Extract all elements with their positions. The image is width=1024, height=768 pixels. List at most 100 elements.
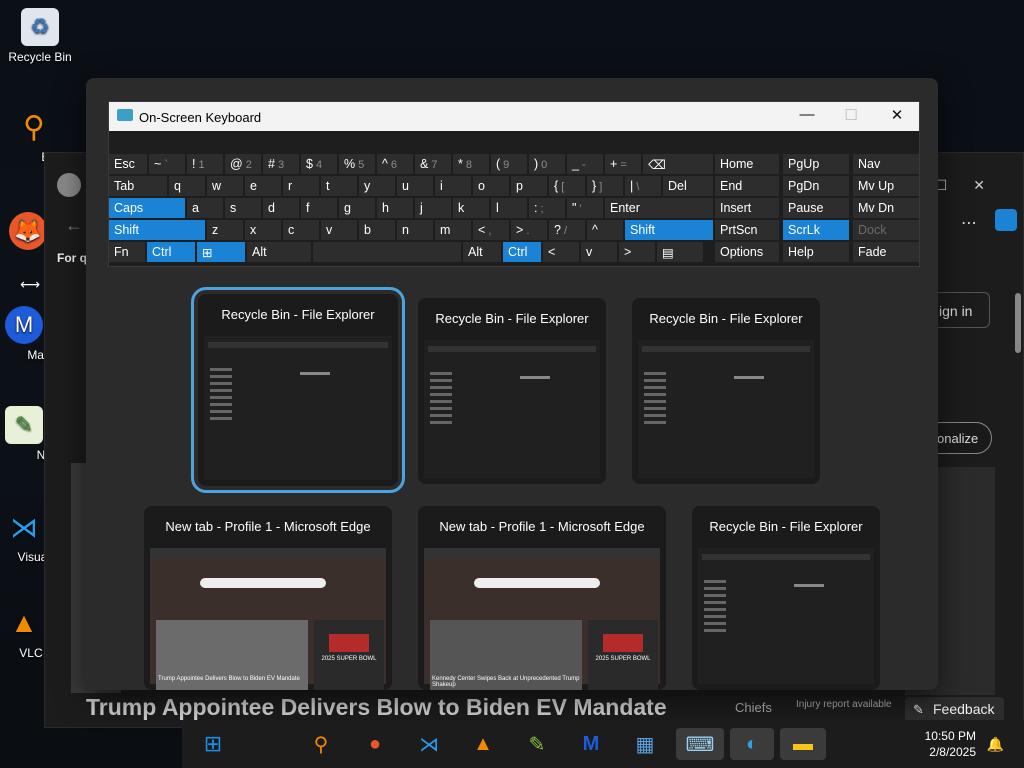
osk-key[interactable]: d	[263, 198, 299, 218]
osk-key[interactable]: ⌫	[643, 154, 713, 174]
osk-key[interactable]: Tab	[109, 176, 167, 196]
maximize-button[interactable]: ☐	[831, 106, 871, 128]
osk-key[interactable]: Alt	[463, 242, 501, 262]
osk-key[interactable]: & 7	[415, 154, 451, 174]
osk-key[interactable]: i	[435, 176, 471, 196]
osk-nav-key[interactable]: PrtScn	[715, 220, 779, 240]
system-clock[interactable]: 10:50 PM 2/8/2025	[925, 728, 976, 760]
back-arrow-icon[interactable]: ←	[65, 215, 83, 236]
osk-key[interactable]: a	[187, 198, 223, 218]
osk-key[interactable]: ⊞	[197, 242, 245, 262]
osk-nav-key[interactable]: Pause	[783, 198, 849, 218]
osk-key[interactable]: f	[301, 198, 337, 218]
osk-nav-key[interactable]: Mv Dn	[853, 198, 919, 218]
osk-key[interactable]: Ctrl	[147, 242, 195, 262]
osk-key[interactable]: >	[619, 242, 655, 262]
osk-key[interactable]: q	[169, 176, 205, 196]
osk-key[interactable]: z	[207, 220, 243, 240]
osk-nav-key[interactable]: Dock	[853, 220, 919, 240]
vertical-scrollbar[interactable]	[1015, 293, 1021, 353]
window-controls[interactable]: ☐✕	[935, 177, 1011, 194]
on-screen-keyboard-window[interactable]: On-Screen Keyboard — ☐ ✕ Esc ~ `! 1 @2 #3 $4% 5…	[108, 101, 920, 267]
osk-key[interactable]: <	[543, 242, 579, 262]
osk-key[interactable]: c	[283, 220, 319, 240]
osk-key[interactable]: s	[225, 198, 261, 218]
osk-key[interactable]: (9	[491, 154, 527, 174]
profile-avatar-icon[interactable]	[57, 173, 81, 197]
notepad-plus-icon[interactable]: ✎	[520, 728, 554, 760]
task-manager-icon[interactable]: ▦	[628, 728, 662, 760]
osk-key[interactable]: Shift	[109, 220, 205, 240]
copilot-icon[interactable]	[995, 209, 1017, 231]
malwarebytes-icon[interactable]: M	[574, 728, 608, 760]
notification-bell-icon[interactable]: 🔔	[987, 736, 1004, 753]
windows-start-icon[interactable]: ⊞	[196, 728, 230, 760]
osk-key[interactable]: o	[473, 176, 509, 196]
osk-nav-key[interactable]: Options	[715, 242, 779, 262]
osk-nav-key[interactable]: Mv Up	[853, 176, 919, 196]
window-thumbnail[interactable]: Recycle Bin - File Explorer	[632, 298, 820, 484]
file-explorer-icon[interactable]: ▬	[780, 728, 826, 760]
osk-key[interactable]: l	[491, 198, 527, 218]
edge-icon[interactable]: ◐	[730, 728, 774, 760]
osk-key[interactable]: j	[415, 198, 451, 218]
osk-key[interactable]: e	[245, 176, 281, 196]
osk-key[interactable]: m	[435, 220, 471, 240]
osk-key[interactable]: h	[377, 198, 413, 218]
osk-key[interactable]: ~ `	[149, 154, 185, 174]
osk-key[interactable]: b	[359, 220, 395, 240]
osk-key[interactable]: Caps	[109, 198, 185, 218]
osk-key[interactable]: #3	[263, 154, 299, 174]
osk-key[interactable]: Shift	[625, 220, 713, 240]
osk-nav-key[interactable]: Home	[715, 154, 779, 174]
osk-key[interactable]: t	[321, 176, 357, 196]
everything-search-icon[interactable]: ⚲	[304, 728, 338, 760]
osk-key[interactable]: n	[397, 220, 433, 240]
osk-key[interactable]: Alt	[247, 242, 311, 262]
osk-key[interactable]: Fn	[109, 242, 145, 262]
window-thumbnail[interactable]: New tab - Profile 1 - Microsoft Edge 202…	[144, 506, 392, 690]
window-thumbnail[interactable]: Recycle Bin - File Explorer	[191, 287, 405, 493]
osk-nav-key[interactable]: Help	[783, 242, 849, 262]
osk-key[interactable]: ) 0	[529, 154, 565, 174]
osk-key[interactable]: }]	[587, 176, 623, 196]
vlc-icon[interactable]: ▲	[466, 728, 500, 760]
osk-key[interactable]: w	[207, 176, 243, 196]
osk-titlebar[interactable]: On-Screen Keyboard — ☐ ✕	[109, 102, 919, 131]
osk-key[interactable]: ^	[587, 220, 623, 240]
osk-key[interactable]: + =	[605, 154, 641, 174]
news-headline[interactable]: Trump Appointee Delivers Blow to Biden E…	[86, 694, 667, 721]
osk-key[interactable]: $4	[301, 154, 337, 174]
osk-key[interactable]: <,	[473, 220, 509, 240]
osk-key[interactable]: * 8	[453, 154, 489, 174]
desktop-icon-recycle-bin[interactable]: ♻ Recycle Bin	[2, 8, 78, 64]
osk-nav-key[interactable]: Fade	[853, 242, 919, 262]
osk-key[interactable]: ^ 6	[377, 154, 413, 174]
osk-key[interactable]: | \	[625, 176, 661, 196]
window-thumbnail[interactable]: Recycle Bin - File Explorer	[692, 506, 880, 690]
firefox-icon[interactable]: ●	[358, 728, 392, 760]
osk-key[interactable]: p	[511, 176, 547, 196]
osk-key[interactable]: >.	[511, 220, 547, 240]
osk-key[interactable]: Del	[663, 176, 713, 196]
osk-key[interactable]: Esc	[109, 154, 147, 174]
window-thumbnail[interactable]: New tab - Profile 1 - Microsoft Edge 202…	[418, 506, 666, 690]
osk-key[interactable]: y	[359, 176, 395, 196]
osk-nav-key[interactable]: PgUp	[783, 154, 849, 174]
osk-key[interactable]: @2	[225, 154, 261, 174]
osk-key[interactable]: ? /	[549, 220, 585, 240]
osk-nav-key[interactable]: Nav	[853, 154, 919, 174]
osk-nav-key[interactable]: Insert	[715, 198, 779, 218]
osk-key[interactable]: Enter	[605, 198, 713, 218]
osk-key[interactable]: u	[397, 176, 433, 196]
osk-key[interactable]: v	[581, 242, 617, 262]
osk-key[interactable]: ▤	[657, 242, 703, 262]
osk-key[interactable]: r	[283, 176, 319, 196]
osk-key[interactable]: {[	[549, 176, 585, 196]
osk-key[interactable]: " '	[567, 198, 603, 218]
more-menu-icon[interactable]: ⋯	[961, 213, 977, 233]
osk-nav-key[interactable]: End	[715, 176, 779, 196]
vscode-icon[interactable]: ⋊	[412, 728, 446, 760]
window-thumbnail[interactable]: Recycle Bin - File Explorer	[418, 298, 606, 484]
osk-key[interactable]: _ -	[567, 154, 603, 174]
